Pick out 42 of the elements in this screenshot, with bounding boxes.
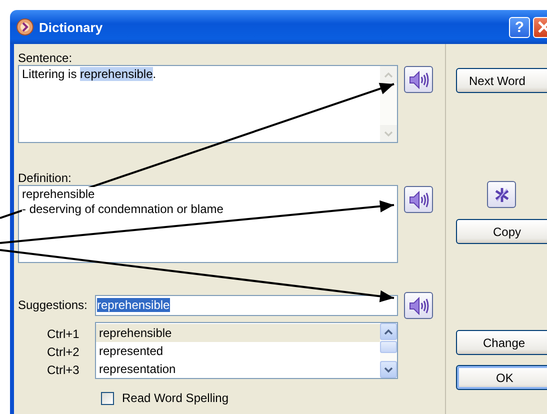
ok-button[interactable]: OK — [456, 365, 547, 390]
clear-button[interactable] — [487, 181, 516, 208]
suggestion-item[interactable]: representation — [96, 360, 380, 378]
sentence-text: Littering is reprehensible. — [22, 67, 156, 82]
window-title: Dictionary — [39, 20, 104, 34]
suggestion-field[interactable]: reprehensible — [95, 294, 398, 316]
speaker-icon — [408, 190, 428, 208]
speaker-button[interactable] — [404, 292, 433, 319]
suggestions-label: Suggestions: — [18, 298, 88, 312]
sentence-label: Sentence: — [18, 51, 74, 65]
copy-button[interactable]: Copy — [456, 219, 547, 244]
shortcut-label: Ctrl+3 — [46, 362, 80, 379]
speaker-button[interactable] — [404, 66, 433, 93]
suggestion-value: reprehensible — [97, 298, 170, 312]
scroll-down-button[interactable] — [380, 361, 397, 378]
chevron-up-icon — [384, 328, 393, 334]
checkbox[interactable] — [101, 392, 114, 404]
speaker-icon — [408, 296, 428, 314]
definition-label: Definition: — [18, 171, 72, 185]
suggestion-item[interactable]: represented — [96, 342, 380, 360]
next-word-button[interactable]: Next Word — [456, 68, 547, 93]
definition-text: reprehensible — [22, 187, 95, 202]
asterisk-icon — [494, 186, 510, 202]
suggestion-item[interactable]: reprehensible — [96, 324, 380, 342]
scroll-thumb[interactable] — [380, 341, 397, 353]
checkbox-label: Read Word Spelling — [122, 391, 229, 405]
shortcut-label: Ctrl+2 — [46, 344, 80, 361]
shortcut-label: Ctrl+1 — [46, 326, 80, 343]
sentence-box[interactable]: Littering is reprehensible. — [18, 65, 398, 143]
definition-text: - deserving of condemnation or blame — [22, 202, 224, 217]
app-icon — [16, 18, 34, 36]
change-button[interactable]: Change — [456, 330, 547, 355]
chevron-down-icon — [384, 130, 393, 136]
suggestion-list[interactable]: reprehensible represented representation — [95, 322, 398, 379]
scrollbar[interactable] — [380, 323, 397, 378]
definition-box[interactable]: reprehensible - deserving of condemnation or blame — [18, 185, 398, 263]
close-icon — [538, 21, 547, 33]
speaker-icon — [408, 70, 428, 88]
chevron-down-icon — [384, 366, 393, 372]
speaker-button[interactable] — [404, 186, 433, 213]
chevron-up-icon — [384, 72, 393, 78]
scroll-up-button[interactable] — [380, 323, 397, 340]
